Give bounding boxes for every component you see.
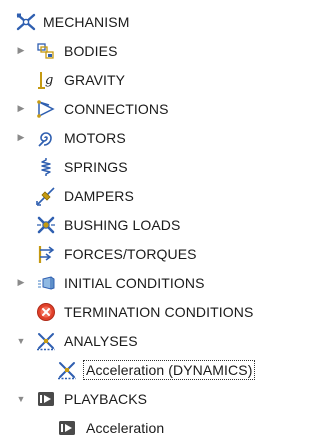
playbacks-icon (36, 389, 56, 409)
tree-node-springs[interactable]: SPRINGS (0, 152, 323, 181)
tree-node-label: MOTORS (64, 129, 126, 146)
tree-node-label: BUSHING LOADS (64, 216, 181, 233)
tree-node-analyses[interactable]: ▼ ANALYSES (0, 326, 323, 355)
tree-node-label: TERMINATION CONDITIONS (64, 303, 254, 320)
tree-node-label: BODIES (64, 42, 118, 59)
expand-arrow-icon[interactable]: ▶ (16, 45, 26, 56)
tree-node-label: SPRINGS (64, 158, 128, 175)
collapse-arrow-icon[interactable]: ▼ (16, 394, 26, 404)
dampers-icon (36, 186, 56, 206)
tree-node-label: Acceleration (86, 419, 165, 436)
tree-node-gravity[interactable]: g GRAVITY (0, 65, 323, 94)
bushing-loads-icon (36, 215, 56, 235)
tree-node-bushing-loads[interactable]: BUSHING LOADS (0, 210, 323, 239)
tree-node-bodies[interactable]: ▶ BODIES (0, 36, 323, 65)
expand-arrow-icon[interactable]: ▶ (16, 103, 26, 114)
tree-node-label: PLAYBACKS (64, 390, 148, 407)
tree-node-label: FORCES/TORQUES (64, 245, 197, 262)
playback-icon (57, 418, 77, 438)
tree-node-termination-conditions[interactable]: TERMINATION CONDITIONS (0, 297, 323, 326)
expand-arrow-icon[interactable]: ▶ (16, 132, 26, 143)
springs-icon (36, 157, 56, 177)
mechanism-icon (16, 12, 36, 32)
tree-node-dampers[interactable]: DAMPERS (0, 181, 323, 210)
tree-node-label: GRAVITY (64, 71, 126, 88)
connections-icon (36, 99, 56, 119)
analyses-icon (36, 331, 56, 351)
analysis-icon (57, 360, 77, 380)
forces-torques-icon (36, 244, 56, 264)
tree-node-initial-conditions[interactable]: ▶ INITIAL CONDITIONS (0, 268, 323, 297)
tree-node-label: INITIAL CONDITIONS (64, 274, 205, 291)
tree-node-motors[interactable]: ▶ MOTORS (0, 123, 323, 152)
tree-node-label: Acceleration (DYNAMICS) (83, 359, 256, 380)
tree-node-label: DAMPERS (64, 187, 134, 204)
collapse-arrow-icon[interactable]: ▼ (16, 336, 26, 346)
tree-node-connections[interactable]: ▶ CONNECTIONS (0, 94, 323, 123)
tree-node-mechanism[interactable]: MECHANISM (0, 7, 323, 36)
svg-text:g: g (45, 73, 53, 88)
tree-node-forces-torques[interactable]: FORCES/TORQUES (0, 239, 323, 268)
tree-node-acceleration-dynamics[interactable]: Acceleration (DYNAMICS) (0, 355, 323, 384)
tree-node-label: CONNECTIONS (64, 100, 169, 117)
gravity-icon: g (36, 70, 56, 90)
motors-icon (36, 128, 56, 148)
initial-conditions-icon (36, 273, 56, 293)
expand-arrow-icon[interactable]: ▶ (16, 277, 26, 288)
tree-node-label: MECHANISM (43, 13, 130, 30)
mechanism-tree: MECHANISM ▶ BODIES g GRAVITY ▶ CONNECTIO… (0, 7, 323, 442)
tree-node-playbacks[interactable]: ▼ PLAYBACKS (0, 384, 323, 413)
tree-node-acceleration-playback[interactable]: Acceleration (0, 413, 323, 442)
bodies-icon (36, 41, 56, 61)
termination-conditions-icon (36, 302, 56, 322)
tree-node-label: ANALYSES (64, 332, 138, 349)
